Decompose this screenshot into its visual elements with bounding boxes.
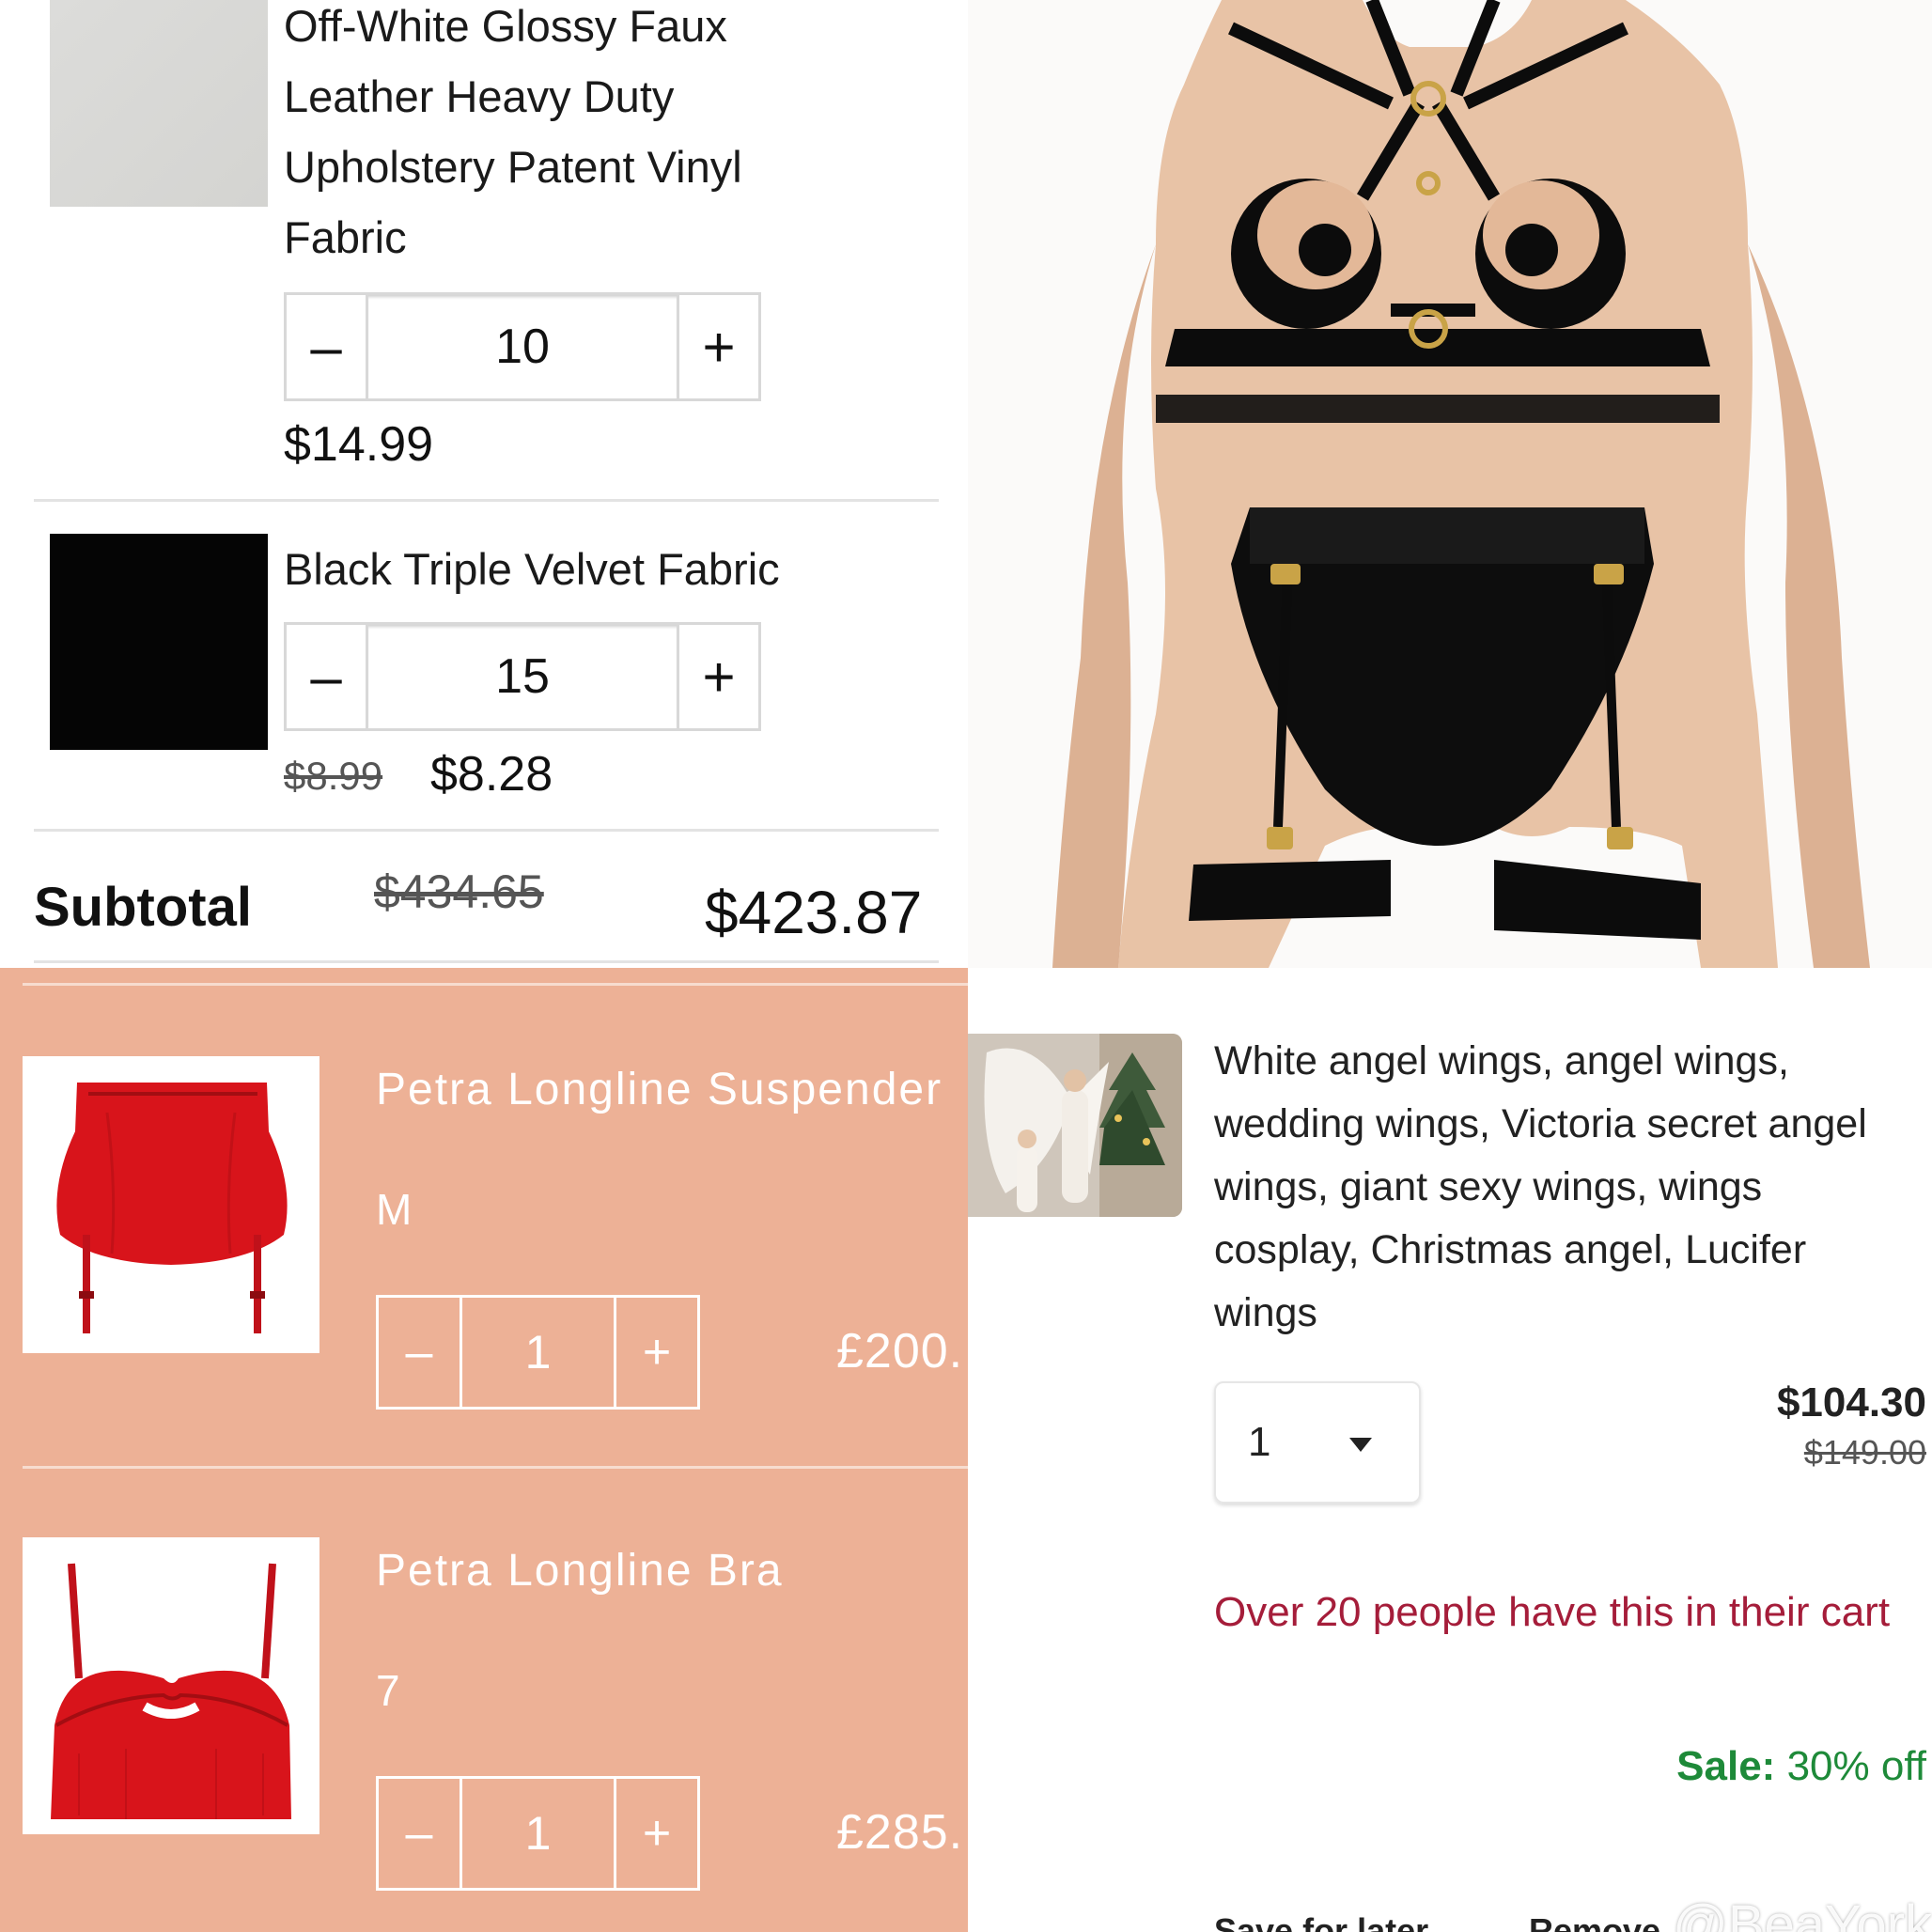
item-title-line: Fabric <box>284 212 407 262</box>
item-size: M <box>376 1185 413 1234</box>
divider <box>34 829 939 832</box>
red-suspender-belt-image <box>56 1083 288 1333</box>
sale-value: 30% off <box>1786 1743 1926 1789</box>
item-title-line: Upholstery Patent Vinyl <box>284 142 742 192</box>
quantity-stepper: – 15 + <box>284 622 761 731</box>
chevron-down-icon <box>1349 1438 1372 1452</box>
angel-wings-photo <box>968 1034 1182 1217</box>
quantity-select-value: 1 <box>1248 1419 1271 1465</box>
subtotal-value: $423.87 <box>705 879 923 946</box>
item-price: $14.99 <box>284 417 434 472</box>
quantity-stepper: – 1 + <box>376 1295 700 1410</box>
increase-quantity-button[interactable]: + <box>677 625 758 728</box>
quantity-input[interactable]: 15 <box>368 625 677 728</box>
red-longline-bra-image <box>51 1563 291 1819</box>
item-title-bra[interactable]: Petra Longline Bra <box>376 1545 784 1597</box>
item-title-line: Off-White Glossy Faux <box>284 1 727 51</box>
item-price: $104.30 <box>1776 1379 1926 1426</box>
watermark: @BeaYork <box>1672 1894 1932 1932</box>
quantity-stepper: – 1 + <box>376 1776 700 1891</box>
save-for-later-link[interactable]: Save for later <box>1214 1911 1428 1932</box>
item-thumbnail-black-velvet[interactable] <box>50 534 268 750</box>
divider <box>23 983 968 986</box>
item-thumbnail-angel-wings[interactable] <box>968 1034 1182 1217</box>
sale-label: Sale: <box>1676 1743 1776 1789</box>
item-thumbnail-suspender[interactable] <box>23 1056 319 1353</box>
item-thumbnail-offwhite-vinyl[interactable] <box>50 0 268 207</box>
item-price: $8.28 <box>430 747 553 802</box>
item-original-price: $8.99 <box>284 754 383 798</box>
wings-cart-panel: White angel wings, angel wings, wedding … <box>968 968 1932 1932</box>
subtotal-label: Subtotal <box>34 877 252 938</box>
decrease-quantity-button[interactable]: – <box>287 295 368 398</box>
increase-quantity-button[interactable]: + <box>614 1779 697 1888</box>
quantity-input[interactable]: 1 <box>462 1779 614 1888</box>
item-title-offwhite-vinyl[interactable]: Off-White Glossy Faux Leather Heavy Duty… <box>284 0 810 273</box>
decrease-quantity-button[interactable]: – <box>379 1779 462 1888</box>
increase-quantity-button[interactable]: + <box>614 1298 697 1407</box>
item-thumbnail-bra[interactable] <box>23 1537 319 1834</box>
lingerie-model-photo <box>968 0 1932 968</box>
fabric-cart-panel: Off-White Glossy Faux Leather Heavy Duty… <box>0 0 968 968</box>
item-title-angel-wings[interactable]: White angel wings, angel wings, wedding … <box>1214 1030 1909 1345</box>
item-title-line: Leather Heavy Duty <box>284 71 675 121</box>
cart-popularity-note: Over 20 people have this in their cart <box>1214 1589 1891 1635</box>
divider <box>34 960 939 963</box>
decrease-quantity-button[interactable]: – <box>379 1298 462 1407</box>
item-size: 7 <box>376 1666 400 1715</box>
divider <box>34 499 939 502</box>
quantity-stepper: – 10 + <box>284 292 761 401</box>
increase-quantity-button[interactable]: + <box>677 295 758 398</box>
item-price: £285. <box>836 1805 964 1860</box>
item-title-suspender[interactable]: Petra Longline Suspender <box>376 1064 943 1115</box>
harness-lingerie-illustration <box>1052 0 1870 968</box>
quantity-input[interactable]: 10 <box>368 295 677 398</box>
sale-badge: Sale: 30% off <box>1676 1743 1926 1790</box>
remove-link[interactable]: Remove <box>1529 1911 1660 1932</box>
subtotal-original-price: $434.65 <box>374 865 544 918</box>
item-original-price: $149.00 <box>1803 1433 1926 1472</box>
quantity-input[interactable]: 1 <box>462 1298 614 1407</box>
item-title-black-velvet[interactable]: Black Triple Velvet Fabric <box>284 534 942 604</box>
decrease-quantity-button[interactable]: – <box>287 625 368 728</box>
quantity-select[interactable]: 1 <box>1214 1381 1421 1504</box>
divider <box>23 1466 968 1469</box>
lingerie-cart-panel: Petra Longline Suspender M – 1 + £200. P… <box>0 968 968 1932</box>
item-price: £200. <box>836 1324 964 1379</box>
